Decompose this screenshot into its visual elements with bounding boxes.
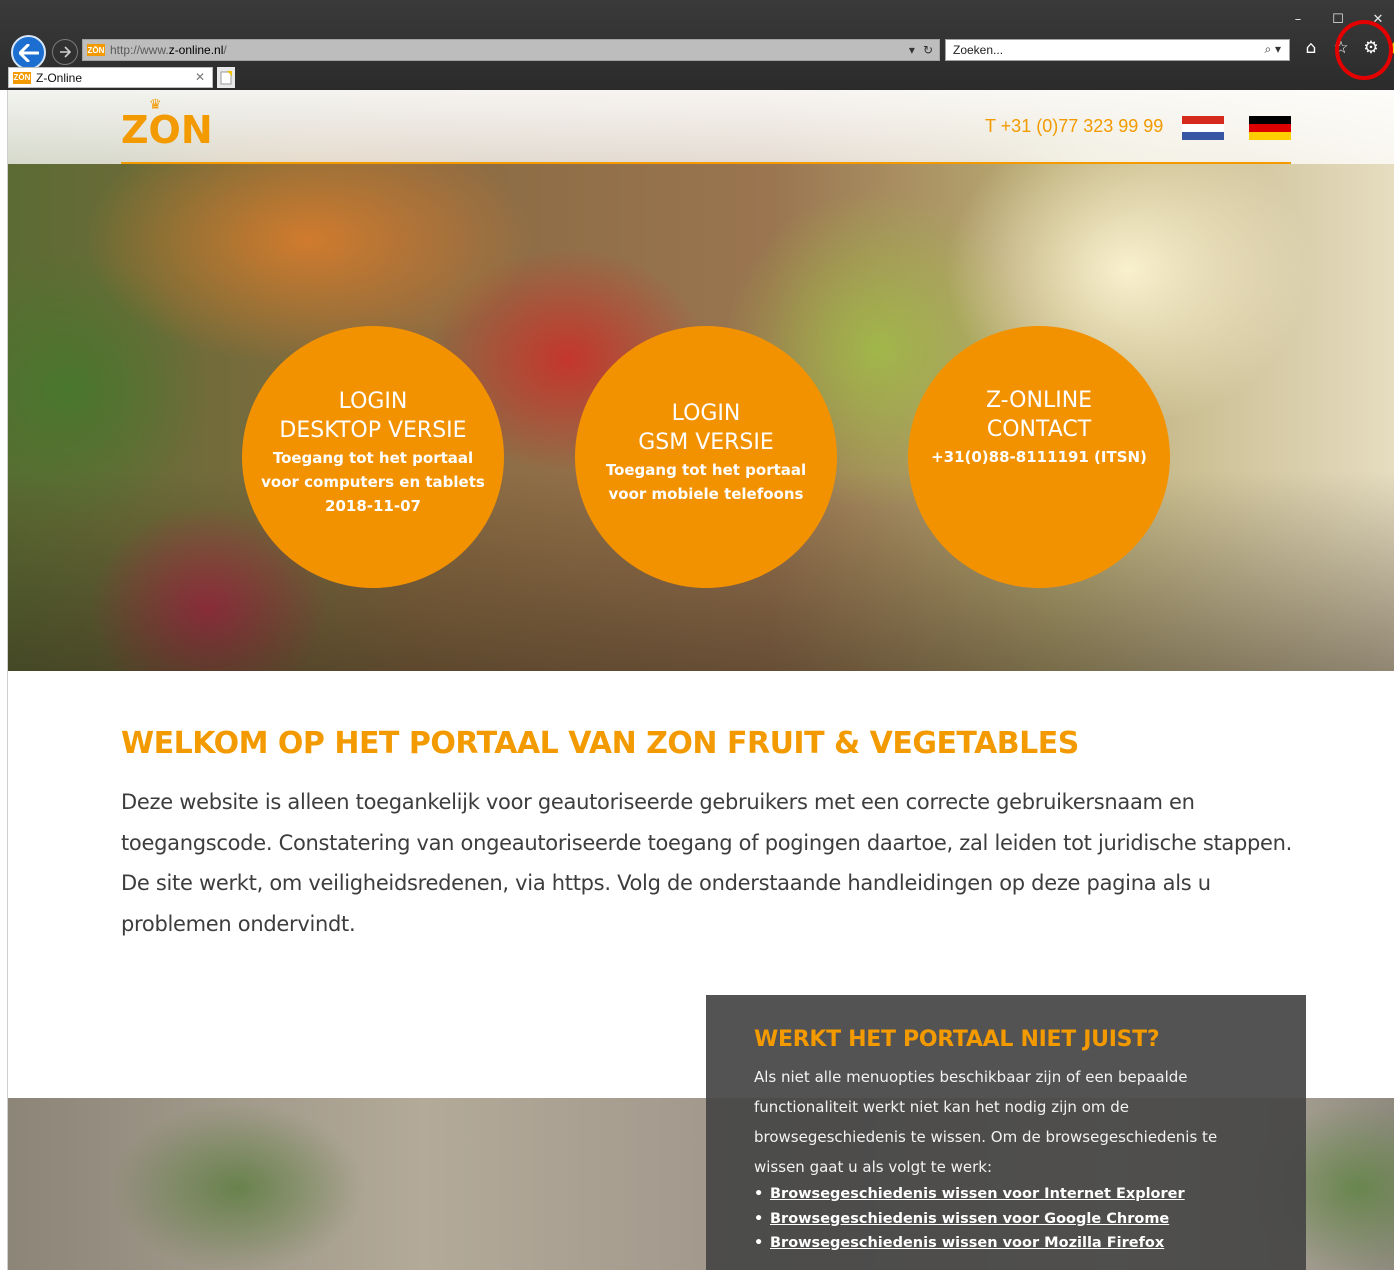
arrow-right-icon <box>60 46 71 58</box>
tab-title: Z-Online <box>36 70 83 85</box>
circle-title: GSM VERSIE <box>638 430 774 455</box>
list-item: • Browsegeschiedenis wissen voor Internet… <box>754 1186 1185 1202</box>
url-prefix: http://www. <box>110 43 169 57</box>
web-page: ♛ ZON T +31 (0)77 323 99 99 LOGIN DESKTO… <box>8 90 1394 1270</box>
help-text: Als niet alle menuopties beschikbaar zij… <box>754 1068 1218 1176</box>
close-tab-icon[interactable]: ✕ <box>195 70 205 84</box>
new-tab-button[interactable] <box>217 67 235 88</box>
de-flag-icon[interactable] <box>1249 116 1291 140</box>
circle-title: DESKTOP VERSIE <box>279 418 467 443</box>
circle-subtitle: voor computers en tablets <box>261 473 485 491</box>
nl-flag-icon[interactable] <box>1182 116 1224 140</box>
back-button[interactable] <box>11 35 46 70</box>
page-title: WELKOM OP HET PORTAAL VAN ZON FRUIT & VE… <box>121 726 1079 761</box>
site-favicon: ZŌN <box>87 44 105 56</box>
address-dropdown-icon[interactable]: ▾ <box>909 43 915 57</box>
help-title: WERKT HET PORTAAL NIET JUIST? <box>754 1027 1160 1052</box>
circle-subtitle: Toegang tot het portaal <box>272 449 474 467</box>
logo-text: ZON <box>121 108 213 152</box>
arrow-left-icon <box>18 43 39 62</box>
refresh-icon[interactable]: ↻ <box>923 43 933 57</box>
circle-subtitle: voor mobiele telefoons <box>608 485 804 503</box>
maximize-button[interactable]: ☐ <box>1330 12 1346 27</box>
forward-button[interactable] <box>52 39 78 65</box>
help-panel: WERKT HET PORTAAL NIET JUIST? Als niet a… <box>706 995 1306 1270</box>
list-item: • Browsegeschiedenis wissen voor Google C… <box>754 1210 1170 1227</box>
tab-favicon: ZŌN <box>13 71 31 84</box>
address-tools: ▾ ↻ <box>909 43 933 57</box>
list-item: • Browsegeschiedenis wissen voor Mozilla … <box>754 1235 1165 1251</box>
header-divider <box>121 162 1291 164</box>
login-gsm-button[interactable]: LOGIN GSM VERSIE Toegang tot het portaal… <box>575 326 837 588</box>
highlight-circle-annotation <box>1335 20 1393 80</box>
login-desktop-button[interactable]: LOGIN DESKTOP VERSIE Toegang tot het por… <box>242 326 504 588</box>
chrome-history-link[interactable]: Browsegeschiedenis wissen voor Google Ch… <box>770 1211 1169 1227</box>
url-host: z-online.nl <box>168 43 224 57</box>
home-icon[interactable]: ⌂ <box>1301 38 1321 58</box>
new-tab-icon <box>220 70 232 84</box>
circle-phone: +31(0)88-8111191 (ITSN) <box>931 448 1147 466</box>
circle-title: CONTACT <box>986 417 1092 442</box>
circle-title: Z-ONLINE <box>985 388 1093 413</box>
welcome-text: Deze website is alleen toegankelijk voor… <box>121 790 1293 936</box>
ie-history-link[interactable]: Browsegeschiedenis wissen voor Internet … <box>770 1186 1185 1202</box>
circle-subtitle: Toegang tot het portaal <box>605 461 807 479</box>
circle-title: LOGIN <box>671 401 741 426</box>
search-placeholder: Zoeken... <box>953 43 1004 57</box>
phone-number: T +31 (0)77 323 99 99 <box>985 116 1164 136</box>
contact-button[interactable]: Z-ONLINE CONTACT +31(0)88-8111191 (ITSN) <box>908 326 1170 588</box>
browser-chrome: – ☐ ✕ ZŌN http://www. z-online.nl / ▾ ↻ Zo… <box>0 0 1394 90</box>
minimize-button[interactable]: – <box>1290 12 1306 27</box>
tab-z-online[interactable]: ZŌN Z-Online ✕ <box>8 67 213 88</box>
help-links: • Browsegeschiedenis wissen voor Internet… <box>754 1182 1258 1256</box>
circle-date: 2018-11-07 <box>325 497 421 515</box>
url-suffix: / <box>223 43 227 57</box>
zon-logo[interactable]: ♛ ZON <box>121 96 213 152</box>
hero-banner: ♛ ZON T +31 (0)77 323 99 99 LOGIN DESKTO… <box>8 90 1394 671</box>
circle-title: LOGIN <box>338 389 408 414</box>
address-bar[interactable]: ZŌN http://www. z-online.nl / ▾ ↻ <box>82 39 940 61</box>
search-input[interactable]: Zoeken... ⌕ ▾ <box>945 39 1290 61</box>
firefox-history-link[interactable]: Browsegeschiedenis wissen voor Mozilla F… <box>770 1235 1164 1251</box>
search-icon[interactable]: ⌕ ▾ <box>1264 42 1281 57</box>
